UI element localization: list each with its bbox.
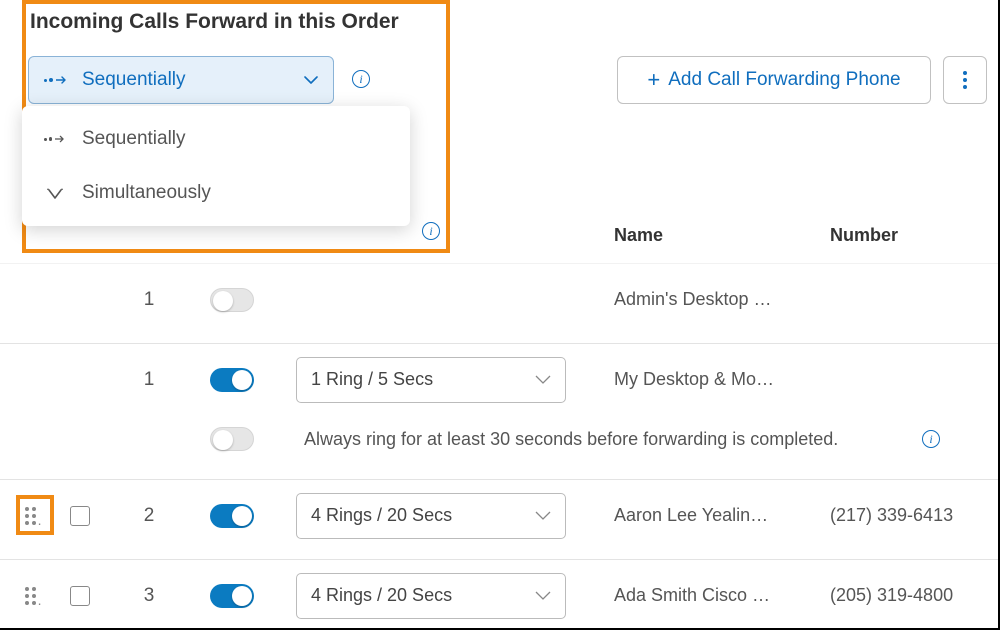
row-checkbox[interactable] — [70, 586, 90, 606]
chevron-down-icon — [535, 511, 551, 521]
simultaneous-icon — [44, 186, 66, 200]
order-value: 2 — [100, 505, 198, 527]
row-name: Aaron Lee Yealin… — [614, 505, 814, 526]
section-title: Incoming Calls Forward in this Order — [30, 10, 399, 34]
forward-mode-select[interactable]: Sequentially — [28, 56, 334, 104]
ring-for-select[interactable]: 4 Rings / 20 Secs — [296, 493, 566, 539]
info-icon[interactable]: i — [922, 430, 940, 448]
col-number: Number — [830, 225, 898, 246]
active-toggle[interactable] — [210, 584, 254, 608]
dropdown-option-simultaneously[interactable]: Simultaneously — [22, 166, 410, 220]
col-name: Name — [614, 225, 663, 246]
order-value: 1 — [100, 289, 198, 311]
ring-for-select[interactable]: 1 Ring / 5 Secs — [296, 357, 566, 403]
dropdown-option-label: Sequentially — [82, 128, 186, 150]
chevron-down-icon — [304, 76, 318, 84]
forward-mode-label: Sequentially — [82, 69, 186, 91]
drag-handle-icon[interactable]: . — [25, 507, 36, 525]
more-actions-button[interactable] — [943, 56, 987, 104]
always-ring-note: Always ring for at least 30 seconds befo… — [304, 429, 838, 450]
table-row: . 2 4 Rings / 20 Secs Aaron Lee Yealin… … — [0, 479, 998, 551]
row-name: Admin's Desktop … — [614, 289, 814, 310]
chevron-down-icon — [535, 591, 551, 601]
row-number: (217) 339-6413 — [830, 505, 953, 526]
table-row: . 3 4 Rings / 20 Secs Ada Smith Cisco … … — [0, 559, 998, 631]
table-row: 1 Admin's Desktop … — [0, 263, 998, 335]
ring-for-value: 4 Rings / 20 Secs — [311, 585, 452, 606]
ring-for-value: 4 Rings / 20 Secs — [311, 505, 452, 526]
forward-mode-dropdown: Sequentially Simultaneously — [22, 106, 410, 226]
sequential-icon — [44, 75, 68, 85]
ring-for-select[interactable]: 4 Rings / 20 Secs — [296, 573, 566, 619]
ring-for-value: 1 Ring / 5 Secs — [311, 369, 433, 390]
order-value: 1 — [100, 369, 198, 391]
dropdown-option-label: Simultaneously — [82, 182, 211, 204]
row-name: Ada Smith Cisco … — [614, 585, 814, 606]
active-toggle[interactable] — [210, 288, 254, 312]
add-button-label: Add Call Forwarding Phone — [668, 69, 900, 91]
table-row: 1 1 Ring / 5 Secs My Desktop & Mo… — [0, 343, 998, 415]
info-icon[interactable]: i — [352, 70, 370, 88]
plus-icon: + — [647, 67, 660, 93]
sequential-icon — [44, 134, 66, 144]
add-call-forwarding-button[interactable]: + Add Call Forwarding Phone — [617, 56, 931, 104]
always-ring-toggle[interactable] — [210, 427, 254, 451]
always-ring-note-row: Always ring for at least 30 seconds befo… — [0, 415, 998, 463]
row-checkbox[interactable] — [70, 506, 90, 526]
info-icon[interactable]: i — [422, 222, 440, 240]
row-name: My Desktop & Mo… — [614, 369, 814, 390]
row-number: (205) 319-4800 — [830, 585, 953, 606]
drag-handle-icon[interactable]: . — [25, 587, 36, 605]
chevron-down-icon — [535, 375, 551, 385]
more-vertical-icon — [963, 71, 967, 89]
active-toggle[interactable] — [210, 368, 254, 392]
order-value: 3 — [100, 585, 198, 607]
active-toggle[interactable] — [210, 504, 254, 528]
dropdown-option-sequentially[interactable]: Sequentially — [22, 112, 410, 166]
